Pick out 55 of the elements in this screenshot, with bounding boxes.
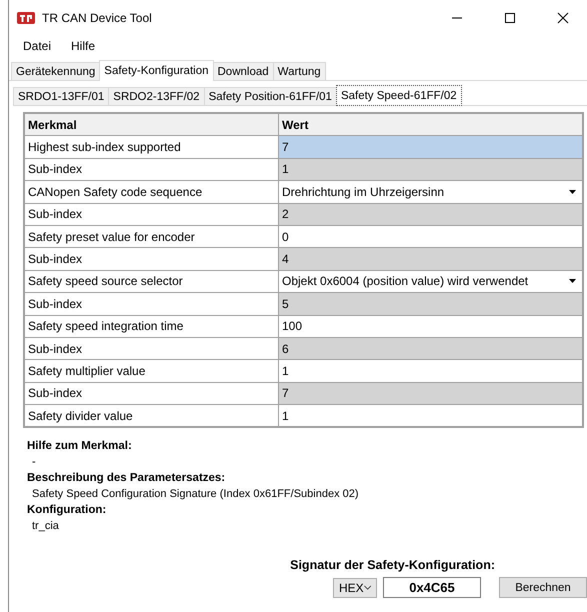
signature-label: Signatur der Safety-Konfiguration: [290, 558, 495, 572]
table-cell: Safety multiplier value [25, 360, 279, 382]
table-cell: 7 [279, 382, 582, 404]
table-cell[interactable]: 1 [279, 405, 582, 426]
table-cell: Sub-index [25, 338, 279, 360]
table-cell: 5 [279, 293, 582, 315]
section-heading: Hilfe zum Merkmal: [27, 439, 132, 454]
tab[interactable]: Wartung [272, 62, 326, 80]
app-logo-icon [17, 10, 35, 26]
dropdown-arrow-icon [569, 279, 576, 284]
menu-item[interactable]: Datei [13, 39, 62, 53]
table-cell: Safety speed integration time [25, 316, 279, 337]
table-cell: Safety preset value for encoder [25, 226, 279, 248]
dropdown-arrow-icon [569, 190, 576, 194]
close-icon[interactable] [557, 12, 569, 24]
table-cell: Sub-index [25, 158, 279, 180]
chevron-down-icon [364, 585, 371, 590]
column-header: Merkmal [25, 114, 279, 136]
section-text: tr_cia [31, 519, 59, 534]
table-cell: 4 [279, 248, 582, 270]
tab[interactable]: SRDO2-13FF/02 [108, 87, 205, 105]
tab[interactable]: Safety-Konfiguration [99, 60, 214, 81]
section-heading: Konfiguration: [27, 503, 106, 518]
column-header: Wert [279, 114, 582, 136]
table-cell: Safety divider value [25, 405, 279, 426]
table-cell: Sub-index [25, 248, 279, 270]
table-cell: Sub-index [25, 382, 279, 404]
tab[interactable]: Safety Speed-61FF/02 [336, 85, 462, 106]
signature-field[interactable]: 0x4C65 [383, 577, 481, 598]
calculate-button[interactable]: Berechnen [499, 577, 587, 598]
table-cell: CANopen Safety code sequence [25, 181, 279, 203]
table-cell: 7 [279, 136, 582, 158]
value-dropdown[interactable]: Drehrichtung im Uhrzeigersinn [279, 181, 582, 203]
table-cell: Highest sub-index supported [25, 136, 279, 158]
section-text: Safety Speed Configuration Signature (Index 0x61FF/Subindex 02) [31, 487, 359, 502]
tab[interactable]: Download [212, 62, 274, 80]
section-text: - [31, 455, 36, 470]
menu-item[interactable]: Hilfe [61, 39, 106, 53]
value-dropdown[interactable]: Objekt 0x6004 (position value) wird verwendet [279, 270, 582, 292]
table-cell[interactable]: 0 [279, 226, 582, 248]
table-cell[interactable]: 100 [279, 316, 582, 337]
tab[interactable]: Safety Position-61FF/01 [204, 87, 337, 105]
section-heading: Beschreibung des Parametersatzes: [27, 471, 226, 486]
table-cell: Sub-index [25, 204, 279, 225]
table-cell: 1 [279, 158, 582, 180]
format-dropdown[interactable]: HEX [333, 578, 377, 598]
table-cell[interactable]: 1 [279, 360, 582, 382]
table-cell: Sub-index [25, 293, 279, 315]
maximize-icon[interactable] [504, 12, 516, 24]
table-cell: Safety speed source selector [25, 270, 279, 292]
tab[interactable]: Gerätekennung [11, 62, 100, 80]
tab[interactable]: SRDO1-13FF/01 [13, 87, 110, 105]
table-cell: 6 [279, 338, 582, 360]
window-title: TR CAN Device Tool [42, 11, 152, 25]
table-cell: 2 [279, 204, 582, 225]
